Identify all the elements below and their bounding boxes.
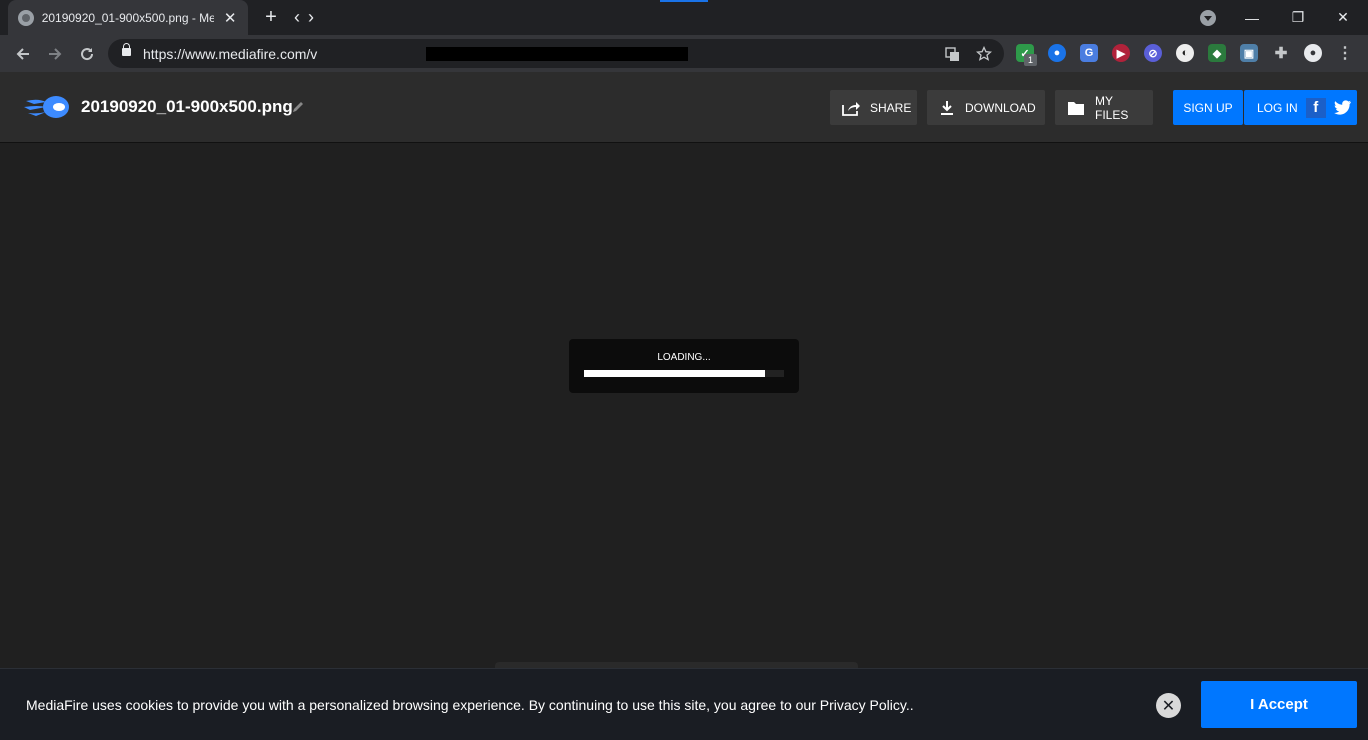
- accept-cookies-button[interactable]: I Accept: [1201, 681, 1357, 728]
- download-label: DOWNLOAD: [965, 100, 1036, 115]
- twitter-icon[interactable]: [1333, 99, 1352, 117]
- new-tab-button[interactable]: +: [262, 6, 280, 28]
- download-button[interactable]: DOWNLOAD: [927, 90, 1045, 125]
- translate-extension-icon[interactable]: G: [1080, 44, 1098, 62]
- sign-up-button[interactable]: SIGN UP: [1173, 90, 1243, 125]
- share-label: SHARE: [870, 100, 912, 115]
- share-button[interactable]: SHARE: [830, 90, 917, 125]
- password-extension-icon[interactable]: ●: [1048, 44, 1066, 62]
- back-icon[interactable]: [10, 41, 36, 67]
- image-viewer: LOADING...: [0, 143, 1368, 740]
- browser-toolbar: https://www.mediafire.com/v ✓ 1 ● G ▶ ⊘ …: [0, 35, 1368, 72]
- reload-icon[interactable]: [74, 41, 100, 67]
- browser-menu-icon[interactable]: ⋮: [1336, 44, 1354, 62]
- share-icon: [842, 99, 860, 117]
- browser-tab-strip: 20190920_01-900x500.png - MediaFire ✕ + …: [0, 0, 1368, 35]
- my-files-button[interactable]: MY FILES: [1055, 90, 1153, 125]
- loading-progress-fill: [584, 370, 765, 377]
- translate-icon[interactable]: [942, 44, 962, 64]
- window-restore-button[interactable]: ❐: [1275, 0, 1321, 35]
- loading-dialog: LOADING...: [569, 339, 799, 393]
- tab-scroll-right-icon[interactable]: ›: [308, 6, 314, 28]
- sign-up-label: SIGN UP: [1183, 100, 1233, 115]
- tab-close-icon[interactable]: ✕: [222, 9, 238, 27]
- mediafire-header: 20190920_01-900x500.png SHARE DOWNLOAD M…: [0, 72, 1368, 143]
- tab-strip-accent: [660, 0, 708, 2]
- mediafire-logo-icon[interactable]: [24, 94, 70, 120]
- extension-badge: 1: [1024, 54, 1037, 66]
- profile-avatar-icon[interactable]: ●: [1304, 44, 1322, 62]
- tab-search-icon[interactable]: [1200, 10, 1216, 26]
- edit-pencil-icon[interactable]: [291, 100, 307, 116]
- dark-mode-extension-icon[interactable]: ◐: [1176, 44, 1194, 62]
- play-extension-icon[interactable]: ▶: [1112, 44, 1130, 62]
- log-in-label: LOG IN: [1257, 100, 1298, 115]
- cookie-message: MediaFire uses cookies to provide you wi…: [26, 697, 914, 713]
- puzzle-extensions-icon[interactable]: ✚: [1272, 44, 1290, 62]
- browser-tab-active[interactable]: 20190920_01-900x500.png - MediaFire ✕: [8, 0, 248, 35]
- bookmark-star-icon[interactable]: [974, 44, 994, 64]
- cookie-consent-bar: MediaFire uses cookies to provide you wi…: [0, 668, 1368, 740]
- download-icon: [939, 99, 955, 117]
- tab-scroll-controls: ‹ ›: [294, 6, 314, 28]
- window-close-button[interactable]: ✕: [1320, 0, 1366, 35]
- window-minimize-button[interactable]: —: [1229, 0, 1275, 35]
- log-in-button[interactable]: LOG IN f: [1244, 90, 1357, 125]
- url-text: https://www.mediafire.com/v: [143, 46, 318, 62]
- url-redaction: [426, 47, 688, 61]
- lock-icon: [122, 43, 131, 56]
- forward-icon[interactable]: [42, 41, 68, 67]
- address-bar[interactable]: https://www.mediafire.com/v: [108, 39, 1004, 68]
- loading-text: LOADING...: [657, 352, 711, 363]
- facebook-icon[interactable]: f: [1305, 97, 1326, 118]
- globe-icon: [18, 9, 34, 26]
- tab-scroll-left-icon[interactable]: ‹: [294, 6, 300, 28]
- loading-progress-bar: [584, 370, 784, 377]
- tab-title: 20190920_01-900x500.png - MediaFire: [41, 10, 215, 25]
- file-name-title: 20190920_01-900x500.png: [81, 97, 293, 116]
- color-extension-icon[interactable]: ◆: [1208, 44, 1226, 62]
- screenshot-extension-icon[interactable]: ▣: [1240, 44, 1258, 62]
- cookie-close-icon[interactable]: ✕: [1156, 693, 1181, 718]
- folder-icon: [1067, 99, 1085, 117]
- my-files-label: MY FILES: [1095, 93, 1129, 122]
- block-extension-icon[interactable]: ⊘: [1144, 44, 1162, 62]
